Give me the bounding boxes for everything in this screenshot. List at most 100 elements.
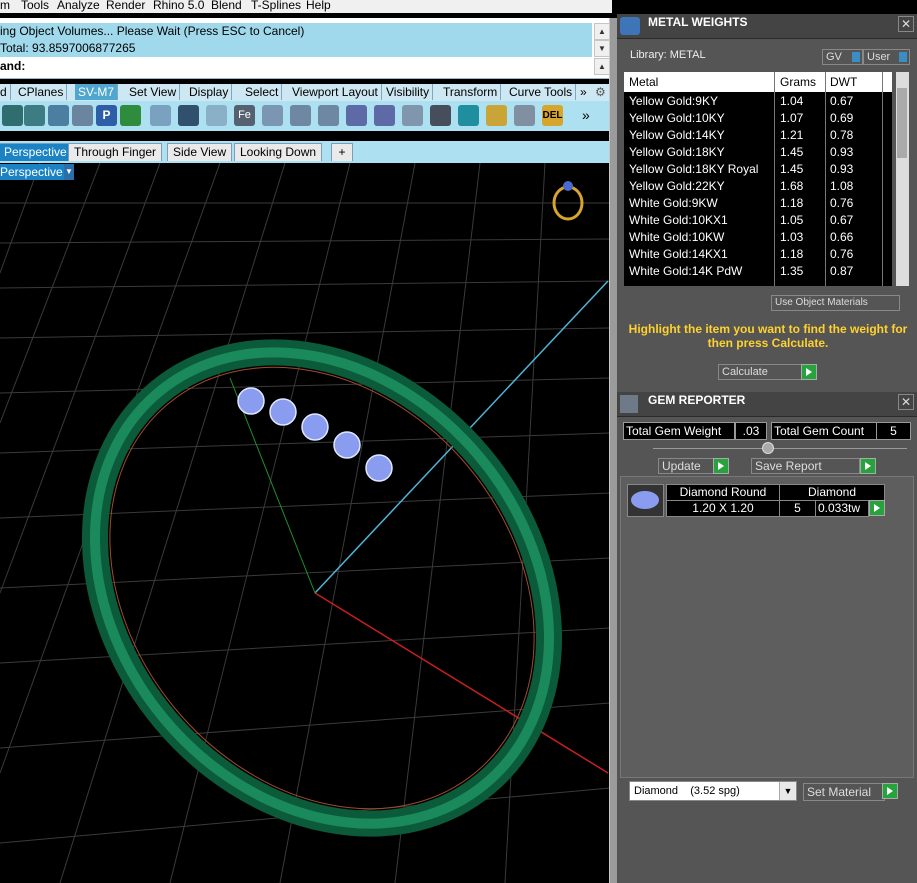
ring-tool-icon[interactable] [2, 105, 23, 126]
close-icon[interactable]: ✕ [898, 394, 914, 410]
update-play-icon[interactable] [713, 458, 729, 474]
metal-dwt: 0.67 [830, 213, 854, 227]
gv-toggle[interactable]: GV [822, 49, 863, 65]
metal-row[interactable]: Yellow Gold:9KY 1.04 0.67 [624, 93, 892, 110]
gumball-icon[interactable] [150, 105, 171, 126]
scroll-up-icon[interactable]: ▲ [594, 23, 610, 40]
tab-select[interactable]: Select [242, 84, 283, 100]
close-icon[interactable]: ✕ [898, 16, 914, 32]
mirror-icon[interactable] [262, 105, 283, 126]
perspective-viewport[interactable] [0, 163, 610, 883]
menu-item-help[interactable]: Help [306, 0, 331, 12]
metal-dwt: 0.87 [830, 264, 854, 278]
fe-icon[interactable]: Fe [234, 105, 255, 126]
gems-icon[interactable] [374, 105, 395, 126]
layout-icon[interactable] [514, 105, 535, 126]
metal-instructions: Highlight the item you want to find the … [628, 322, 908, 350]
pave-icon[interactable]: P [96, 105, 117, 126]
tab-visibility[interactable]: Visibility [383, 84, 434, 100]
monitor-icon[interactable] [178, 105, 199, 126]
set-material-button[interactable]: Set Material [803, 783, 885, 801]
metal-row[interactable]: Yellow Gold:22KY 1.68 1.08 [624, 178, 892, 195]
add-viewport-icon[interactable]: + [331, 143, 353, 161]
metal-name: Yellow Gold:18KY [629, 145, 725, 159]
calculate-button[interactable]: Calculate [718, 364, 807, 380]
split-icon[interactable] [290, 105, 311, 126]
array-icon[interactable] [318, 105, 339, 126]
tabs-overflow-icon[interactable]: » [577, 84, 590, 100]
metal-dwt: 0.69 [830, 111, 854, 125]
vp-tab-through-finger[interactable]: Through Finger [68, 143, 163, 161]
spheres-icon[interactable] [346, 105, 367, 126]
dwt-col-header[interactable]: DWT [830, 72, 857, 92]
toolbar-gear-icon[interactable]: ⚙ [592, 84, 609, 100]
menu-item-blend[interactable]: Blend [211, 0, 242, 12]
box-select-icon[interactable] [206, 105, 227, 126]
ring-profile-icon[interactable] [24, 105, 45, 126]
metal-table-header: Metal Grams DWT [624, 72, 892, 92]
use-object-materials-toggle[interactable]: Use Object Materials [771, 295, 900, 311]
gem-row-play-icon[interactable] [869, 500, 885, 516]
scroll-down-icon[interactable]: ▼ [594, 40, 610, 57]
grams-col-header[interactable]: Grams [780, 72, 816, 92]
metal-row[interactable]: Yellow Gold:18KY 1.45 0.93 [624, 144, 892, 161]
calculate-play-icon[interactable] [801, 364, 817, 380]
command-history-line-1: ing Object Volumes... Please Wait (Press… [0, 23, 592, 40]
flag-icon[interactable] [120, 105, 141, 126]
viewport-title[interactable]: Perspective ▼ [0, 164, 74, 180]
save-report-play-icon[interactable] [860, 458, 876, 474]
chevron-down-icon[interactable]: ▼ [64, 164, 74, 180]
command-dropdown-icon[interactable]: ▲ [594, 58, 610, 75]
icons-overflow-icon[interactable]: » [582, 107, 590, 123]
tab-transform[interactable]: Transform [440, 84, 502, 100]
save-icon[interactable] [430, 105, 451, 126]
metal-col-header[interactable]: Metal [629, 72, 658, 92]
gem-setting-icon[interactable] [72, 105, 93, 126]
metal-row[interactable]: White Gold:10KX1 1.05 0.67 [624, 212, 892, 229]
tab-sv-m7[interactable]: SV-M7 [75, 84, 119, 100]
metal-name: Yellow Gold:18KY Royal [629, 162, 759, 176]
metal-row[interactable]: White Gold:9KW 1.18 0.76 [624, 195, 892, 212]
metal-row[interactable]: Yellow Gold:18KY Royal 1.45 0.93 [624, 161, 892, 178]
del-icon[interactable]: DEL [542, 105, 563, 126]
ring-band-icon[interactable] [48, 105, 69, 126]
gear-icon[interactable] [486, 105, 507, 126]
update-button[interactable]: Update [658, 458, 717, 474]
menu-item-render[interactable]: Render [106, 0, 145, 12]
metal-row[interactable]: White Gold:14K PdW 1.35 0.87 [624, 263, 892, 280]
tab-d[interactable]: d [0, 84, 11, 100]
cube-icon[interactable] [458, 105, 479, 126]
chevron-down-icon[interactable]: ▼ [779, 782, 796, 800]
tab-set-view[interactable]: Set View [126, 84, 181, 100]
metal-weights-titlebar: METAL WEIGHTS ✕ [617, 14, 917, 39]
metal-row[interactable]: Yellow Gold:10KY 1.07 0.69 [624, 110, 892, 127]
command-prompt[interactable]: and: [0, 58, 592, 75]
gem-count: 5 [779, 500, 816, 517]
metal-table-scrollbar[interactable] [896, 72, 909, 286]
menu-item-tsplines[interactable]: T-Splines [251, 0, 301, 12]
metal-row[interactable]: White Gold:10KW 1.03 0.66 [624, 229, 892, 246]
metal-row[interactable]: White Gold:14KX1 1.18 0.76 [624, 246, 892, 263]
menu-item-m[interactable]: m [0, 0, 10, 12]
metal-grams: 1.07 [780, 111, 804, 125]
material-select[interactable]: Diamond (3.52 spg) ▼ [629, 781, 797, 801]
menu-item-tools[interactable]: Tools [21, 0, 49, 12]
metal-row[interactable]: Yellow Gold:14KY 1.21 0.78 [624, 127, 892, 144]
user-toggle[interactable]: User [863, 49, 910, 65]
metal-dwt: 0.67 [830, 94, 854, 108]
vp-tab-side-view[interactable]: Side View [167, 143, 233, 161]
menu-item-analyze[interactable]: Analyze [57, 0, 100, 12]
vp-tab-perspective[interactable]: Perspective [0, 143, 73, 161]
metal-name: White Gold:14KX1 [629, 247, 728, 261]
vp-tab-looking-down[interactable]: Looking Down [234, 143, 323, 161]
tab-display[interactable]: Display [186, 84, 233, 100]
tab-cplanes[interactable]: CPlanes [15, 84, 68, 100]
tab-viewport-layout[interactable]: Viewport Layout [289, 84, 382, 100]
save-report-button[interactable]: Save Report [751, 458, 860, 474]
slider-handle[interactable] [762, 442, 774, 454]
points-icon[interactable] [402, 105, 423, 126]
menu-item-rhino5[interactable]: Rhino 5.0 [153, 0, 204, 12]
tab-curve-tools[interactable]: Curve Tools [506, 84, 577, 100]
set-material-play-icon[interactable] [882, 783, 898, 799]
viewport-title-label: Perspective [0, 165, 63, 179]
